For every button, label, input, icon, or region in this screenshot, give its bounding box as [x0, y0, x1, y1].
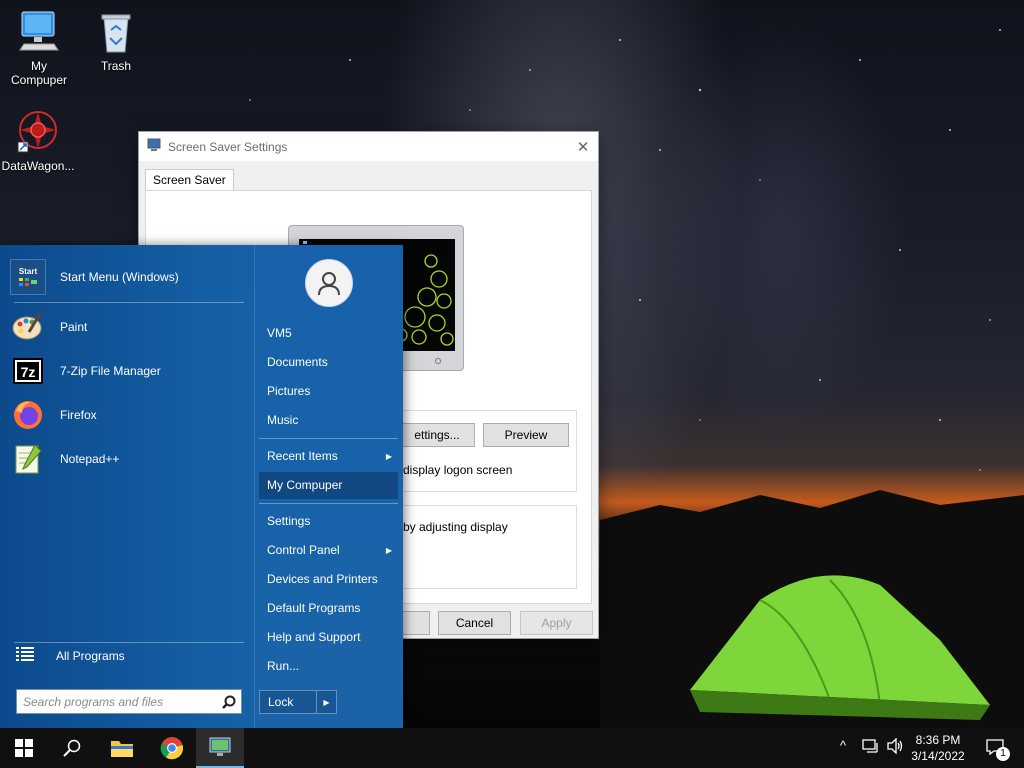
chevron-up-icon[interactable]: ^ — [840, 738, 846, 753]
start-menu[interactable]: Start Start Menu (Windows) Paint 7z 7-Zi… — [0, 245, 403, 728]
notepadpp-icon — [10, 441, 46, 477]
user-avatar[interactable] — [305, 259, 353, 307]
preview-button[interactable]: Preview — [483, 423, 569, 447]
close-icon[interactable]: ✕ — [568, 132, 598, 161]
start-menu-pictures-item[interactable]: Pictures — [259, 378, 398, 405]
taskbar-screen-saver-settings[interactable] — [196, 728, 244, 768]
firefox-icon — [10, 397, 46, 433]
volume-icon[interactable] — [886, 737, 904, 757]
search-placeholder: Search programs and files — [23, 694, 164, 709]
start-menu-recent-items[interactable]: Recent Items ▶ — [259, 443, 398, 470]
network-icon[interactable] — [862, 738, 880, 757]
all-programs-item[interactable]: All Programs — [16, 647, 125, 664]
start-menu-settings-item[interactable]: Settings — [259, 508, 398, 535]
all-programs-label: All Programs — [56, 648, 125, 663]
monitor-power-led — [435, 358, 441, 364]
search-icon[interactable] — [217, 695, 241, 709]
chrome-icon — [160, 737, 184, 760]
start-menu-devices-printers-item[interactable]: Devices and Printers — [259, 566, 398, 593]
user-icon — [318, 272, 340, 296]
start-menu-item-firefox[interactable]: Firefox — [10, 395, 246, 435]
desktop-icon-trash[interactable]: Trash — [78, 10, 154, 73]
clock-time: 8:36 PM — [915, 733, 961, 747]
settings-button[interactable]: ettings... — [399, 423, 475, 447]
start-menu-separator — [259, 503, 398, 504]
start-menu-header-item[interactable]: Start Start Menu (Windows) — [10, 257, 246, 297]
start-menu-item-label: Paint — [60, 320, 88, 334]
monitor-app-icon — [147, 138, 161, 155]
paint-icon — [10, 309, 46, 345]
desktop-icon-my-computer[interactable]: My Compuper — [1, 10, 77, 87]
notification-center-button[interactable]: 1 — [972, 728, 1020, 768]
start-menu-music-item[interactable]: Music — [259, 407, 398, 434]
recycle-bin-icon — [78, 10, 154, 57]
start-menu-default-programs-item[interactable]: Default Programs — [259, 595, 398, 622]
taskbar-chrome[interactable] — [148, 728, 196, 768]
logon-screen-text: display logon screen — [403, 463, 513, 477]
start-menu-run-item[interactable]: Run... — [259, 653, 398, 680]
start-menu-separator — [14, 642, 244, 643]
notification-icon: 1 — [986, 739, 1010, 761]
dialog-title: Screen Saver Settings — [168, 139, 288, 154]
start-menu-user-item[interactable]: VM5 — [259, 320, 398, 347]
start-menu-control-panel-item[interactable]: Control Panel ▶ — [259, 537, 398, 564]
desktop-icon-label: DataWagon... — [1, 159, 75, 173]
power-settings-text: by adjusting display — [403, 520, 508, 534]
windows-logo-icon — [15, 739, 33, 757]
svg-text:7z: 7z — [21, 364, 36, 380]
desktop-icon-datawagon[interactable]: DataWagon... — [0, 108, 76, 173]
start-menu-item-label: 7-Zip File Manager — [60, 364, 161, 378]
chevron-right-icon: ▶ — [385, 452, 392, 461]
computer-icon — [1, 10, 77, 57]
clock-date: 3/14/2022 — [911, 749, 965, 763]
apply-button[interactable]: Apply — [520, 611, 593, 635]
start-menu-separator — [14, 302, 244, 303]
start-menu-item-7zip[interactable]: 7z 7-Zip File Manager — [10, 351, 246, 391]
7zip-icon: 7z — [10, 353, 46, 389]
start-menu-item-notepadpp[interactable]: Notepad++ — [10, 439, 246, 479]
taskbar: ^ 8:36 PM 3/14/2022 1 — [0, 728, 1024, 768]
lock-button[interactable]: Lock ▶ — [259, 690, 337, 714]
start-menu-help-support-item[interactable]: Help and Support — [259, 624, 398, 651]
datawagon-app-icon — [0, 108, 76, 157]
control-panel-label: Control Panel — [267, 543, 340, 557]
start-menu-separator — [259, 438, 398, 439]
start-menu-right-pane: VM5 Documents Pictures Music Recent Item… — [254, 245, 403, 728]
taskbar-file-explorer[interactable] — [98, 728, 146, 768]
start-menu-header-label: Start Menu (Windows) — [60, 270, 179, 284]
recent-items-label: Recent Items — [267, 449, 338, 463]
cancel-button[interactable]: Cancel — [438, 611, 511, 635]
start-menu-item-label: Firefox — [60, 408, 97, 422]
start-menu-my-computer-item[interactable]: My Compuper — [259, 472, 398, 499]
desktop-icon-label: Trash — [100, 59, 132, 73]
taskbar-clock[interactable]: 8:36 PM 3/14/2022 — [906, 732, 970, 764]
folder-icon — [111, 741, 133, 757]
search-icon — [63, 739, 81, 757]
tab-screen-saver[interactable]: Screen Saver — [145, 169, 234, 191]
list-icon — [16, 647, 34, 664]
monitor-icon — [209, 737, 231, 756]
notification-count-badge: 1 — [996, 747, 1010, 761]
start-menu-documents-item[interactable]: Documents — [259, 349, 398, 376]
start-menu-item-paint[interactable]: Paint — [10, 307, 246, 347]
lock-label: Lock — [268, 695, 294, 709]
chevron-right-icon: ▶ — [385, 546, 392, 555]
search-button[interactable] — [48, 728, 96, 768]
dialog-titlebar[interactable]: Screen Saver Settings ✕ — [139, 132, 598, 161]
desktop-icon-label: My Compuper — [10, 59, 68, 87]
search-input[interactable]: Search programs and files — [16, 689, 242, 714]
start-menu-app-icon: Start — [10, 259, 46, 295]
chevron-right-icon[interactable]: ▶ — [316, 691, 336, 713]
start-menu-item-label: Notepad++ — [60, 452, 120, 466]
start-button[interactable] — [0, 728, 48, 768]
start-menu-left-pane: Start Start Menu (Windows) Paint 7z 7-Zi… — [0, 245, 254, 728]
